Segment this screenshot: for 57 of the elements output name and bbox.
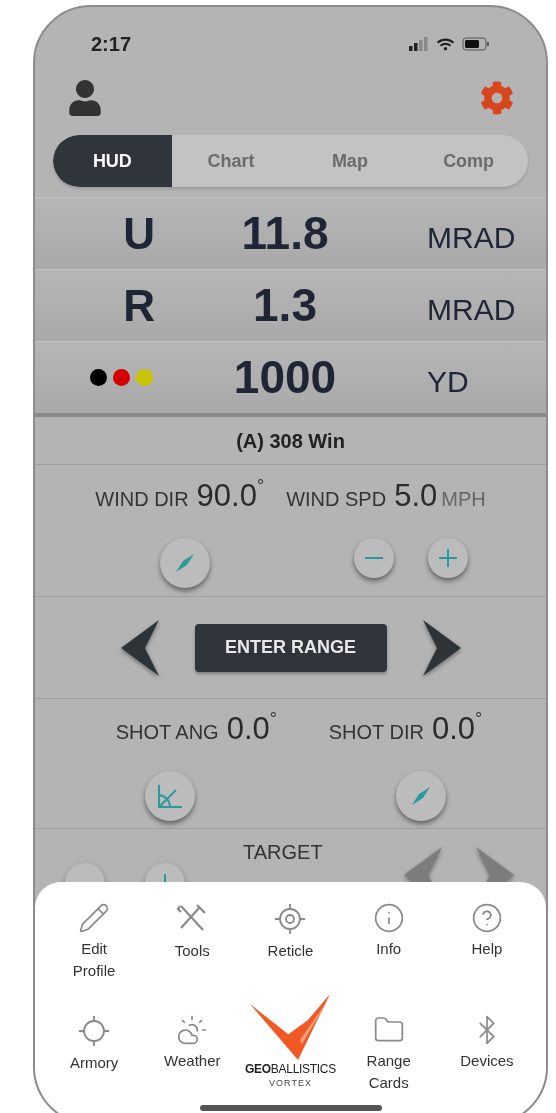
decrease-button[interactable] [353, 537, 394, 578]
logo-subtitle: VORTEX [269, 1078, 312, 1088]
readout-label: R [123, 279, 155, 332]
enter-range-button[interactable]: ENTER RANGE [194, 623, 387, 672]
reading-value: 5.0 [394, 477, 438, 516]
reading-label: SHOT ANG [115, 720, 219, 746]
settings-button[interactable] [480, 81, 514, 115]
reticle-icon [273, 902, 308, 936]
person-icon [67, 80, 103, 116]
readout-value: 1.3 [252, 278, 318, 333]
readout-unit: MRAD [426, 292, 516, 328]
cloud-sun-icon [176, 1014, 209, 1046]
signal-icon [409, 37, 429, 51]
degree-sign: ° [256, 475, 265, 499]
wind-direction-button[interactable] [160, 537, 210, 588]
menu-item[interactable]: Reticle [257, 902, 324, 962]
pencil-icon [78, 902, 111, 934]
info-icon [372, 902, 405, 934]
settings-icon [480, 81, 514, 115]
reading-value: 0.0 [431, 710, 476, 749]
status-time: 2:17 [91, 32, 132, 57]
angle-icon [156, 782, 184, 809]
menu-item[interactable]: Edit Profile [61, 902, 128, 982]
reading-label: SHOT DIR [328, 720, 424, 746]
readout-value: 11.8 [240, 206, 330, 261]
menu-item[interactable]: Devices [453, 1014, 520, 1072]
help-icon [470, 902, 503, 934]
plus-icon [436, 546, 459, 569]
crosshair-icon [77, 1014, 112, 1048]
next-arrow[interactable] [422, 617, 463, 678]
profile-button[interactable] [67, 80, 103, 116]
readout-unit: MRAD [426, 220, 516, 256]
readout-unit: YD [426, 364, 469, 400]
target-label: TARGET [243, 840, 323, 865]
readout-value: 1000 [232, 350, 338, 405]
shot-angle-button[interactable] [145, 770, 195, 821]
degree-sign: ° [269, 708, 277, 732]
battery-icon [462, 37, 490, 51]
menu-item[interactable]: Weather [159, 1014, 226, 1072]
menu-item[interactable]: Range Cards [355, 1014, 422, 1094]
menu-item[interactable]: Tools [159, 902, 226, 962]
degree-sign: ° [475, 708, 483, 732]
reading-value: 0.0 [226, 710, 270, 749]
menu-item[interactable]: Armory [61, 1014, 128, 1074]
reading-label: WIND DIR [95, 487, 189, 513]
reading-value: 90.0 [196, 477, 257, 516]
minus-icon [364, 556, 383, 559]
menu-item[interactable]: Info [355, 902, 422, 960]
profile-name: (A) 308 Win [236, 428, 345, 454]
menu-item[interactable]: Help [453, 902, 520, 960]
increase-button[interactable] [427, 537, 468, 578]
shot-direction-button[interactable] [395, 770, 446, 821]
readout-label: U [123, 207, 155, 260]
unit-label: MPH [441, 487, 486, 513]
reading-label: WIND SPD [286, 487, 387, 513]
logo-wordmark: GEOBALLISTICS [245, 1061, 336, 1078]
tab[interactable]: HUD [53, 135, 172, 187]
